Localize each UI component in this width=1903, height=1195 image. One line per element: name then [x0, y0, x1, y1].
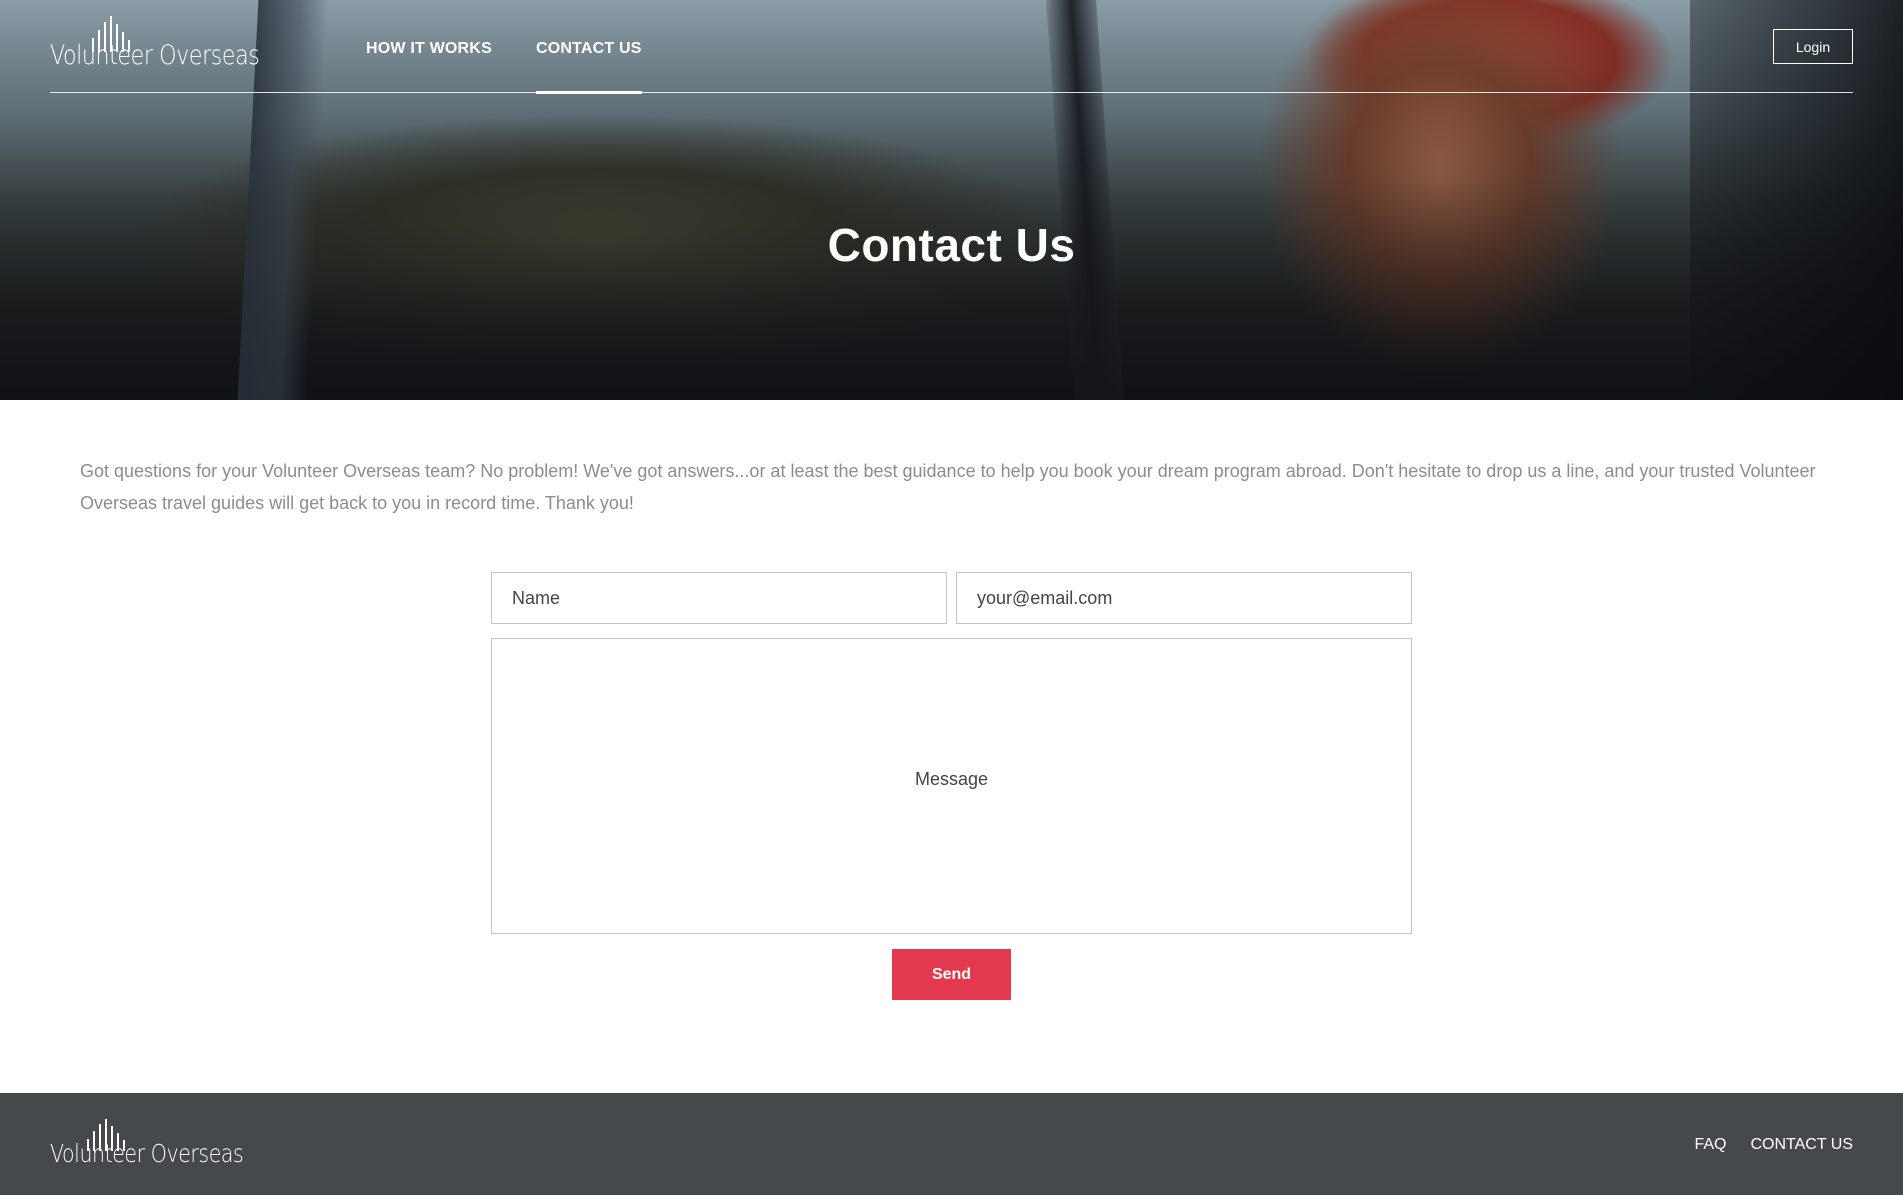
nav-links: HOW IT WORKS CONTACT US — [366, 0, 686, 94]
name-input[interactable] — [491, 572, 947, 624]
message-textarea[interactable] — [491, 638, 1412, 934]
logo-wordmark: Volunteer Overseas — [50, 40, 260, 71]
contact-form: Send — [491, 572, 1412, 1000]
send-button[interactable]: Send — [892, 949, 1011, 1000]
top-navigation: Volunteer Overseas HOW IT WORKS CONTACT … — [50, 0, 1853, 94]
form-row-contact-details — [491, 572, 1412, 624]
login-button[interactable]: Login — [1773, 29, 1853, 64]
footer-link-contact-us[interactable]: CONTACT US — [1750, 1136, 1853, 1154]
nav-link-how-it-works[interactable]: HOW IT WORKS — [366, 0, 492, 93]
hero-banner: Volunteer Overseas HOW IT WORKS CONTACT … — [0, 0, 1903, 400]
footer: Volunteer Overseas FAQ CONTACT US — [0, 1093, 1903, 1195]
brand-logo[interactable]: Volunteer Overseas — [50, 14, 260, 80]
email-input[interactable] — [956, 572, 1412, 624]
intro-text: Got questions for your Volunteer Oversea… — [80, 461, 1816, 513]
footer-logo-wordmark: Volunteer Overseas — [50, 1139, 244, 1168]
nav-link-contact-us[interactable]: CONTACT US — [535, 0, 642, 94]
page-title: Contact Us — [827, 219, 1076, 271]
footer-brand-logo[interactable]: Volunteer Overseas — [50, 1117, 244, 1179]
footer-link-faq[interactable]: FAQ — [1694, 1136, 1726, 1154]
footer-links: FAQ CONTACT US — [1694, 1136, 1853, 1154]
